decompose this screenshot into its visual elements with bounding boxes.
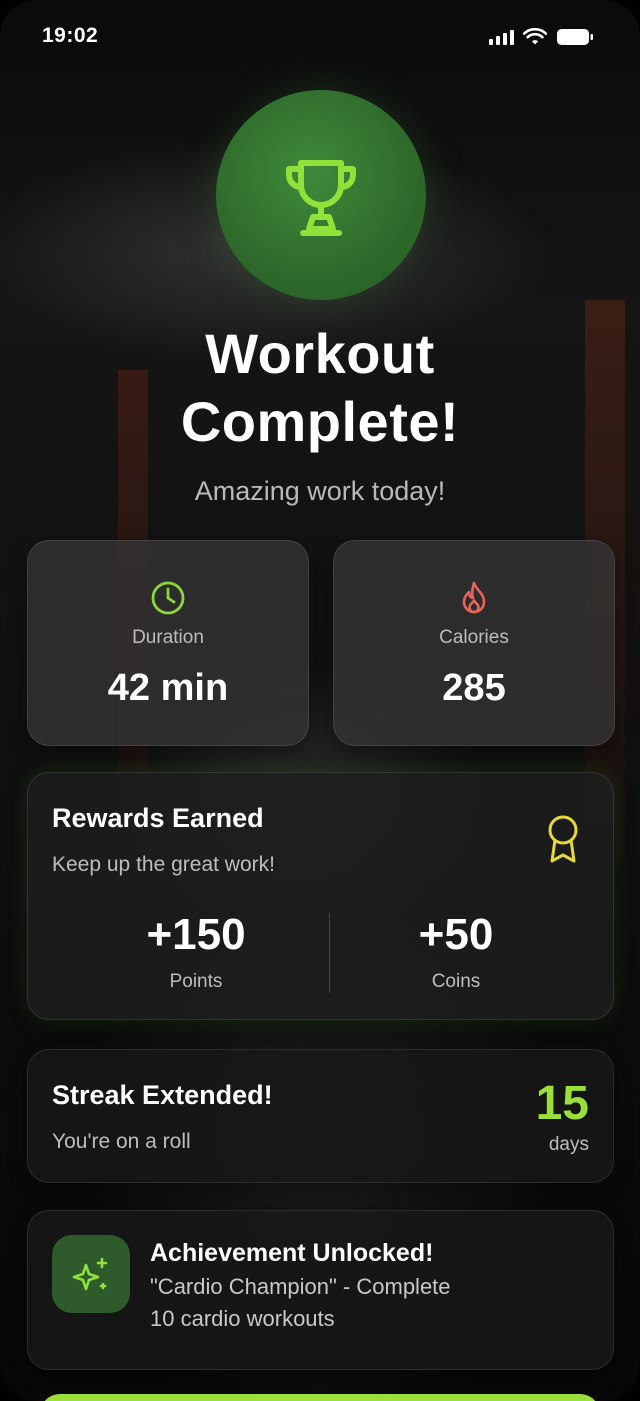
coins-reward: +50 Coins [326,909,586,993]
points-reward: +150 Points [66,909,326,993]
page-subtitle: Amazing work today! [194,476,446,506]
streak-count: 15 [535,1077,589,1130]
achievement-icon-badge [52,1235,130,1313]
points-label: Points [169,971,223,992]
duration-card: Duration 42 min [27,540,309,746]
streak-unit: days [548,1134,589,1155]
achievement-description-line: "Cardio Champion" - Complete [150,1274,451,1299]
continue-button-edge[interactable] [40,1394,600,1401]
achievement-card: Achievement Unlocked! "Cardio Champion" … [27,1210,614,1370]
calories-label: Calories [439,627,509,648]
page-title-line: Complete! [180,390,460,453]
achievement-description-line: 10 cardio workouts [150,1306,335,1331]
status-time: 19:02 [42,24,99,47]
trophy-icon [286,160,356,236]
trophy-badge [216,90,426,300]
sparkles-icon [72,1257,108,1291]
flame-icon [462,581,486,614]
coins-label: Coins [431,971,481,992]
streak-title: Streak Extended! [52,1080,273,1110]
duration-value: 42 min [107,667,229,709]
cellular-signal-icon [489,29,514,45]
streak-subtitle: You're on a roll [52,1130,191,1153]
rewards-card: Rewards Earned Keep up the great work! +… [27,772,614,1020]
points-value: +150 [146,910,246,959]
clock-icon [151,581,185,615]
streak-card: Streak Extended! You're on a roll 15 day… [27,1049,614,1183]
page-title-line: Workout [205,322,435,385]
duration-label: Duration [132,627,204,648]
coins-value: +50 [418,910,494,959]
workout-complete-screen: 19:02 Workout Complete! Amazing work tod… [0,0,640,1401]
calories-card: Calories 285 [333,540,615,746]
achievement-title: Achievement Unlocked! [150,1239,434,1267]
page-title: Workout Complete! [0,320,640,456]
status-bar: 19:02 [0,0,640,70]
calories-value: 285 [442,667,506,709]
status-icons [489,28,594,46]
achievement-description: "Cardio Champion" - Complete 10 cardio w… [150,1271,590,1335]
wifi-icon [523,28,547,45]
rewards-subtitle: Keep up the great work! [52,853,275,876]
medal-icon [548,815,578,863]
battery-icon [557,29,593,45]
rewards-title: Rewards Earned [52,803,264,833]
